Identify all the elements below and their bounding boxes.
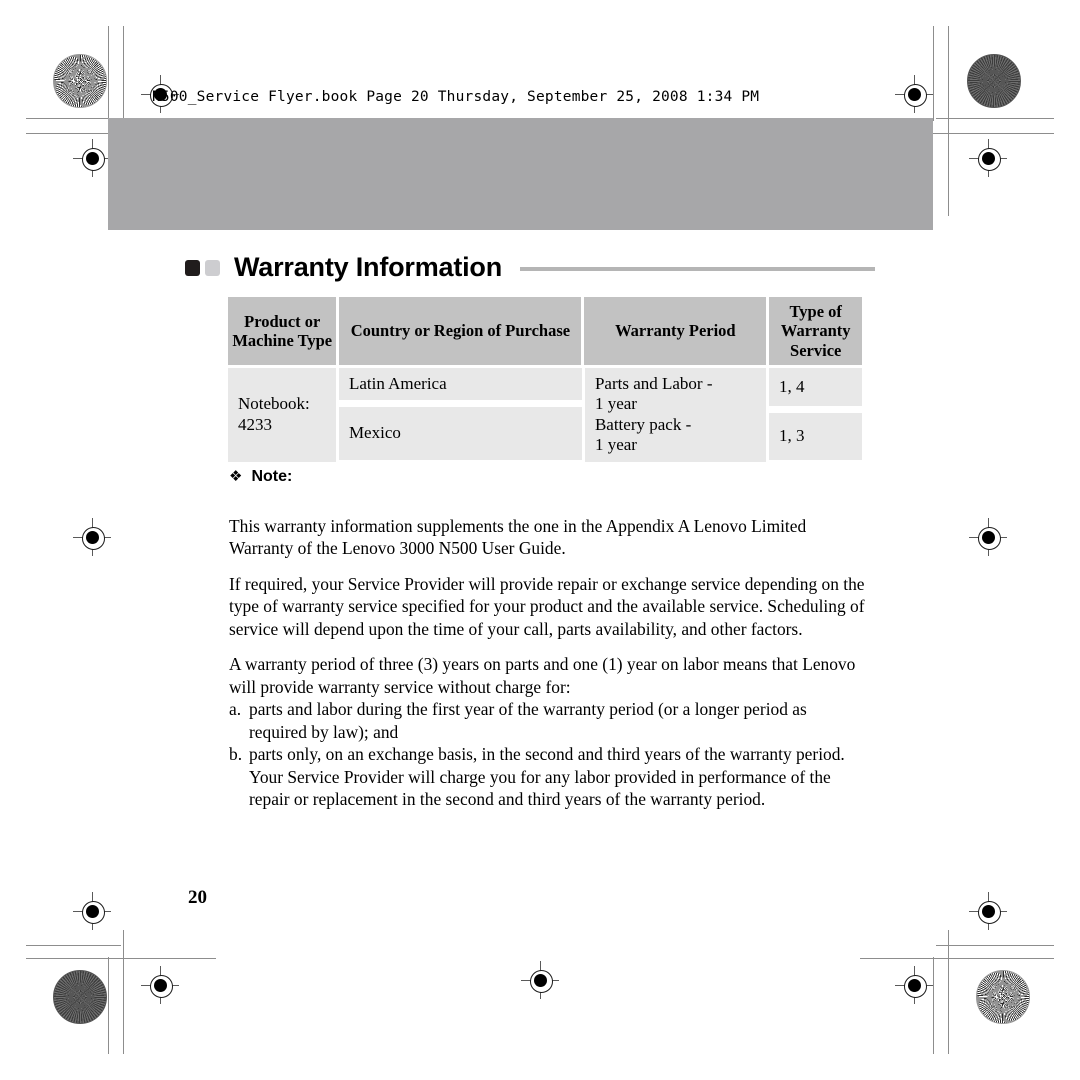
crop-line	[948, 930, 949, 1054]
cell-region-mexico: Mexico	[338, 407, 582, 460]
crop-line	[933, 957, 934, 1054]
crop-line	[26, 118, 121, 119]
note-heading: ❖ Note:	[229, 467, 292, 486]
crop-line	[108, 957, 109, 1054]
column-header-country-region: Country or Region of Purchase	[339, 297, 582, 365]
crop-line	[108, 26, 109, 121]
list-item-text: parts and labor during the first year of…	[249, 699, 807, 742]
cell-warranty-period: Parts and Labor - 1 year Battery pack - …	[584, 368, 766, 462]
square-bullet-light-icon	[205, 259, 220, 276]
registration-target	[895, 966, 933, 1004]
registration-target	[73, 518, 111, 556]
crop-line	[26, 958, 216, 959]
registration-target	[141, 966, 179, 1004]
note-diamond-icon: ❖	[229, 467, 243, 485]
machine-type-line-2: 4233	[238, 414, 272, 434]
warranty-period-line-4: 1 year	[594, 435, 637, 455]
page-number: 20	[188, 887, 207, 908]
crop-line	[26, 945, 121, 946]
registration-target	[73, 892, 111, 930]
registration-target	[895, 75, 933, 113]
square-bullet-dark-icon	[185, 259, 200, 276]
column-header-warranty-period: Warranty Period	[584, 297, 767, 365]
paragraph-warranty-period: A warranty period of three (3) years on …	[229, 654, 856, 697]
registration-target	[969, 892, 1007, 930]
cell-service-type-2: 1, 3	[769, 413, 862, 460]
list-marker: b.	[229, 744, 243, 765]
title-rule	[520, 267, 875, 271]
table-body: Notebook: 4233 Latin America Mexico Part…	[228, 368, 862, 462]
service-type-column: 1, 4 1, 3	[769, 368, 862, 462]
page-title: Warranty Information	[234, 252, 503, 282]
rosette-mark	[53, 970, 107, 1024]
cell-machine-type: Notebook: 4233	[228, 368, 336, 462]
column-header-service-type: Type of Warranty Service	[769, 297, 862, 365]
rosette-mark	[53, 54, 107, 108]
rosette-mark	[976, 970, 1030, 1024]
crop-line	[860, 958, 1054, 959]
table-header-row: Product or Machine Type Country or Regio…	[228, 297, 862, 365]
note-paragraph: This warranty information supplements th…	[229, 516, 807, 559]
masthead-band	[108, 118, 933, 230]
body-copy: This warranty information supplements th…	[229, 489, 869, 810]
registration-target	[969, 518, 1007, 556]
print-file-header: N500_Service Flyer.book Page 20 Thursday…	[152, 89, 760, 105]
crop-line	[936, 945, 1054, 946]
section-header: Warranty Information	[185, 252, 875, 283]
crop-line	[933, 26, 934, 121]
registration-target	[521, 961, 559, 999]
rosette-mark	[967, 54, 1021, 108]
list-item: a. parts and labor during the first year…	[229, 698, 869, 743]
note-label: Note:	[251, 468, 293, 485]
list-marker: a.	[229, 699, 242, 720]
list-item: b. parts only, on an exchange basis, in …	[229, 743, 869, 810]
warranty-period-line-2: 1 year	[594, 394, 637, 414]
column-header-machine-type: Product or Machine Type	[228, 297, 337, 365]
registration-target	[969, 139, 1007, 177]
warranty-period-line-1: Parts and Labor -	[594, 374, 713, 393]
region-column: Latin America Mexico	[338, 368, 582, 462]
cell-service-type-1: 1, 4	[769, 368, 862, 406]
registration-target	[73, 139, 111, 177]
list-item-text: parts only, on an exchange basis, in the…	[249, 744, 845, 809]
machine-type-line-1: Notebook:	[238, 394, 310, 414]
warranty-table: Product or Machine Type Country or Regio…	[228, 297, 862, 462]
crop-line	[948, 26, 949, 216]
paragraph-service-provider: If required, your Service Provider will …	[229, 573, 865, 639]
crop-line	[123, 930, 124, 1054]
crop-line	[936, 118, 1054, 119]
cell-region-latin-america: Latin America	[338, 368, 582, 400]
warranty-period-line-3: Battery pack -	[594, 414, 692, 434]
